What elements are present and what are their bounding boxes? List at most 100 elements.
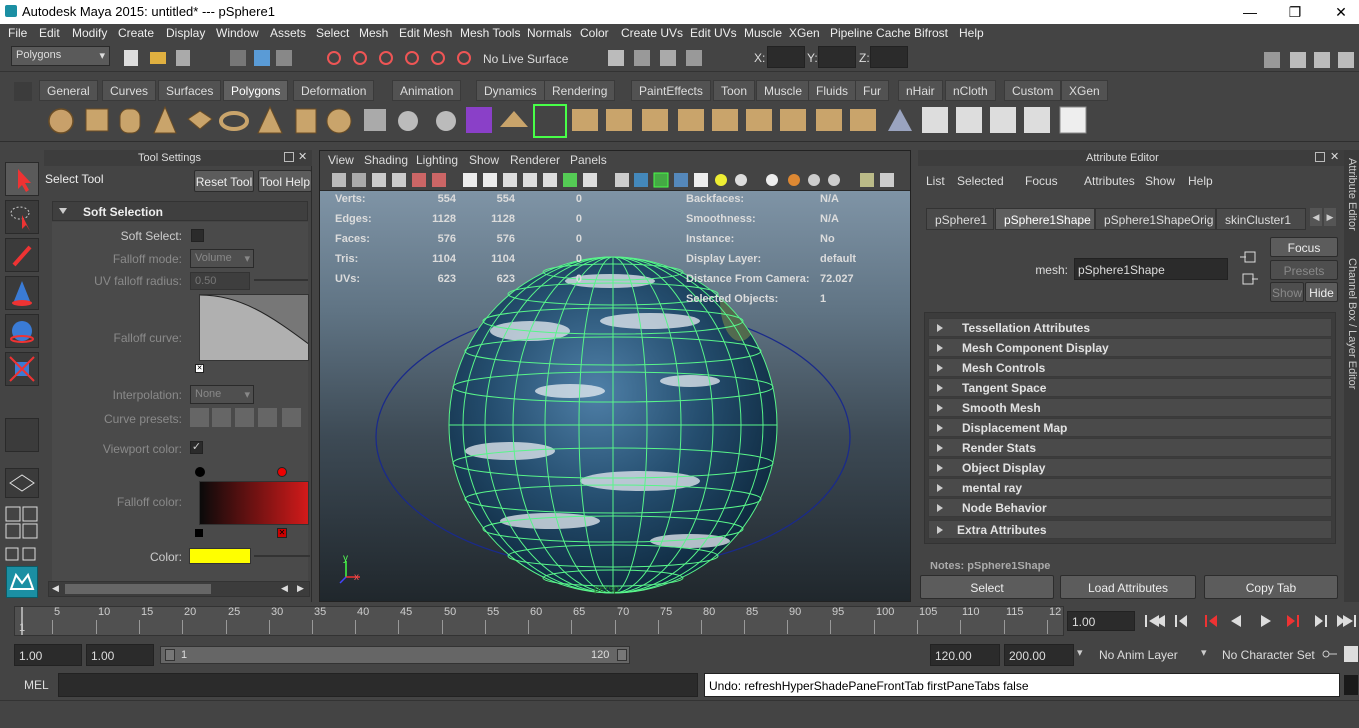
presets-button[interactable]: Presets — [1270, 260, 1338, 280]
color-slider[interactable] — [254, 555, 310, 557]
section-displacement-map[interactable]: Displacement Map — [928, 418, 1332, 437]
ae-select-button[interactable]: Select — [920, 575, 1054, 599]
menu-create[interactable]: Create — [118, 26, 154, 40]
prefs-icon[interactable] — [1344, 646, 1358, 662]
close-panel-icon[interactable]: ✕ — [1330, 150, 1339, 163]
section-mental-ray[interactable]: mental ray — [928, 478, 1332, 497]
section-tessellation-attributes[interactable]: Tessellation Attributes — [928, 318, 1332, 337]
menu-xgen[interactable]: XGen — [789, 26, 820, 40]
move-tool-button[interactable] — [5, 276, 39, 310]
reset-tool-button[interactable]: Reset Tool — [194, 170, 254, 192]
ae-load-attributes-button[interactable]: Load Attributes — [1060, 575, 1196, 599]
shelf-tab-deformation[interactable]: Deformation — [293, 80, 375, 101]
viewport-menu-view[interactable]: View — [328, 153, 354, 167]
side-tab-attribute-editor[interactable]: Attribute Editor — [1346, 158, 1358, 231]
shelf-tab-ncloth[interactable]: nCloth — [945, 80, 996, 101]
ae-tab-skincluster1[interactable]: skinCluster1 — [1216, 208, 1306, 230]
anim-layer-label[interactable]: No Anim Layer — [1099, 648, 1178, 662]
viewport-menu-panels[interactable]: Panels — [570, 153, 607, 167]
soft-select-checkbox[interactable] — [191, 229, 204, 242]
shelf-tab-rendering[interactable]: Rendering — [544, 80, 616, 101]
y-field[interactable] — [818, 46, 856, 68]
falloff-curve-graph[interactable] — [199, 294, 309, 361]
menu-help[interactable]: Help — [959, 26, 984, 40]
restore-button[interactable]: ❐ — [1285, 2, 1305, 22]
menu-color[interactable]: Color — [580, 26, 609, 40]
menu-create-uvs[interactable]: Create UVs — [621, 26, 683, 40]
viewport-menu-renderer[interactable]: Renderer — [510, 153, 560, 167]
menu-assets[interactable]: Assets — [270, 26, 306, 40]
select-tool-button[interactable] — [5, 162, 39, 196]
hide-button[interactable]: Hide — [1305, 282, 1338, 302]
falloff-mode-dropdown[interactable]: Volume ▾ — [190, 249, 254, 268]
shelf-tab-surfaces[interactable]: Surfaces — [158, 80, 222, 101]
close-panel-icon[interactable]: ✕ — [298, 150, 307, 163]
ae-tab-psphere1[interactable]: pSphere1 — [926, 208, 994, 230]
rotate-tool-button[interactable] — [5, 314, 39, 348]
ae-menu-show[interactable]: Show — [1145, 174, 1175, 188]
input-connection-icon[interactable] — [1240, 250, 1256, 264]
interpolation-dropdown[interactable]: None ▾ — [190, 385, 254, 404]
ae-menu-help[interactable]: Help — [1188, 174, 1213, 188]
lasso-tool-button[interactable] — [5, 200, 39, 234]
curve-presets-buttons[interactable] — [190, 408, 310, 428]
shelf-icons[interactable] — [0, 101, 1359, 141]
range-handle-left[interactable] — [165, 649, 175, 661]
viewport-menu-lighting[interactable]: Lighting — [416, 153, 458, 167]
side-tab-channel-box[interactable]: Channel Box / Layer Editor — [1346, 258, 1358, 389]
panel-toggle-icons[interactable] — [1262, 50, 1356, 70]
soft-selection-header[interactable]: Soft Selection — [52, 201, 308, 221]
minimize-button[interactable]: — — [1240, 2, 1260, 22]
viewport-menu-show[interactable]: Show — [469, 153, 499, 167]
uv-falloff-slider[interactable] — [254, 279, 308, 281]
paint-select-button[interactable] — [5, 238, 39, 272]
layout-single-button[interactable] — [5, 468, 39, 498]
viewport-color-checkbox[interactable]: ✓ — [190, 441, 203, 454]
ae-menu-selected[interactable]: Selected — [957, 174, 1004, 188]
output-connection-icon[interactable] — [1242, 272, 1258, 286]
script-editor-icon[interactable] — [1344, 675, 1358, 695]
ae-tab-psphere1shape[interactable]: pSphere1Shape — [995, 208, 1095, 230]
menu-edit-uvs[interactable]: Edit UVs — [690, 26, 737, 40]
color-key-left-icon[interactable] — [195, 467, 205, 477]
menu-bifrost[interactable]: Bifrost — [914, 26, 948, 40]
tab-scroll-left-icon[interactable]: ◀ — [1310, 208, 1322, 226]
command-input[interactable] — [58, 673, 698, 697]
menu-select[interactable]: Select — [316, 26, 349, 40]
layout-buttons[interactable] — [5, 506, 39, 540]
section-node-behavior[interactable]: Node Behavior — [928, 498, 1332, 517]
tab-scroll-right-icon[interactable]: ▶ — [1324, 208, 1336, 226]
shelf-tab-painteffects[interactable]: PaintEffects — [631, 80, 711, 101]
shelf-tab-xgen[interactable]: XGen — [1061, 80, 1108, 101]
chevron-down-icon[interactable]: ▾ — [1077, 646, 1083, 659]
shelf-tab-custom[interactable]: Custom — [1004, 80, 1062, 101]
float-panel-icon[interactable] — [1315, 152, 1325, 162]
shelf-tab-dynamics[interactable]: Dynamics — [476, 80, 545, 101]
ae-menu-attributes[interactable]: Attributes — [1084, 174, 1135, 188]
menu-pipeline-cache[interactable]: Pipeline Cache — [830, 26, 911, 40]
shelf-tab-fur[interactable]: Fur — [855, 80, 889, 101]
3d-view[interactable]: y x persp Verts: 554 554 0 Edges: 1128 1128 0 Fa… — [320, 191, 910, 601]
uv-falloff-radius-field[interactable]: 0.50 — [190, 272, 250, 290]
ae-menu-focus[interactable]: Focus — [1025, 174, 1058, 188]
scroll-thumb[interactable] — [65, 584, 211, 594]
menu-muscle[interactable]: Muscle — [744, 26, 782, 40]
section-smooth-mesh[interactable]: Smooth Mesh — [928, 398, 1332, 417]
script-language-label[interactable]: MEL — [24, 678, 49, 692]
ramp-key-icon[interactable] — [195, 529, 203, 537]
menu-file[interactable]: File — [8, 26, 27, 40]
ae-tab-psphere1shapeorig[interactable]: pSphere1ShapeOrig — [1095, 208, 1216, 230]
last-tool-button[interactable] — [5, 418, 39, 452]
shelf-tab-polygons[interactable]: Polygons — [223, 80, 289, 101]
range-handle-right[interactable] — [617, 649, 627, 661]
menu-edit[interactable]: Edit — [39, 26, 60, 40]
color-swatch[interactable] — [189, 548, 251, 564]
float-panel-icon[interactable] — [284, 152, 294, 162]
ramp-delete-icon[interactable]: ✕ — [277, 528, 287, 538]
current-time-field[interactable]: 1.00 — [1067, 611, 1135, 631]
section-mesh-controls[interactable]: Mesh Controls — [928, 358, 1332, 377]
shelf-tab-nhair[interactable]: nHair — [898, 80, 943, 101]
close-button[interactable]: ✕ — [1331, 2, 1351, 22]
scale-tool-button[interactable] — [5, 352, 39, 386]
menu-normals[interactable]: Normals — [527, 26, 572, 40]
